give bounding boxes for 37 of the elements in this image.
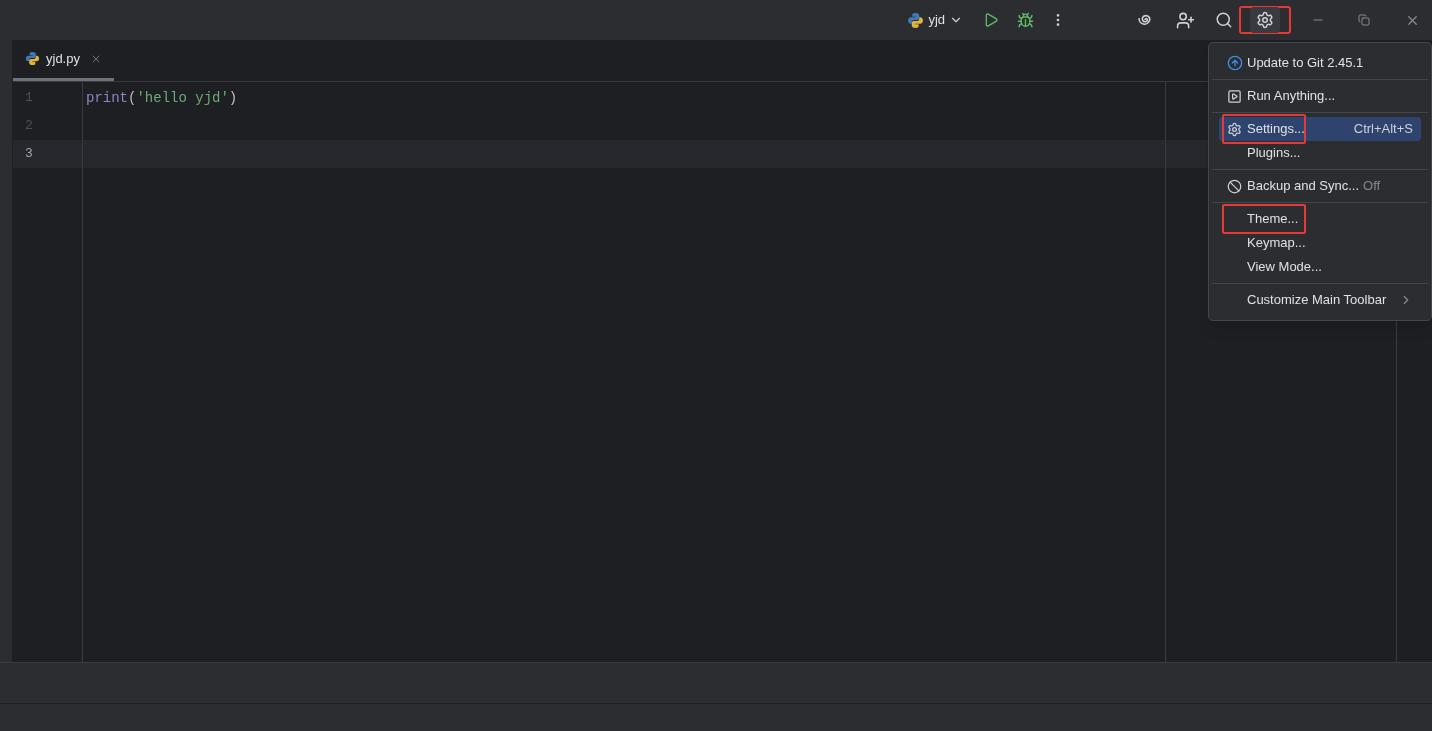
menu-item[interactable]: Theme... <box>1219 207 1421 231</box>
status-text: Off <box>1363 177 1381 196</box>
menu-item-label: View Mode... <box>1247 258 1322 277</box>
menu-item[interactable]: Plugins... <box>1219 141 1421 165</box>
settings-button[interactable] <box>1239 6 1291 34</box>
menu-item-label: Customize Main Toolbar <box>1247 291 1387 310</box>
restore-icon[interactable] <box>1358 14 1370 26</box>
shortcut-text: Ctrl+Alt+S <box>1353 120 1413 139</box>
debug-bug-icon[interactable] <box>1017 11 1034 29</box>
menu-item[interactable]: Settings... Ctrl+Alt+S <box>1219 117 1421 141</box>
code-line: print('hello yjd') <box>86 88 238 108</box>
editor-tab[interactable]: yjd.py <box>13 39 114 81</box>
disabled-circle-icon <box>1227 178 1242 194</box>
run-icon[interactable] <box>983 12 999 28</box>
menu-item[interactable]: Backup and Sync... Off <box>1219 174 1421 198</box>
menu-item-label: Backup and Sync... <box>1247 177 1359 196</box>
menu-item-label: Keymap... <box>1247 234 1306 253</box>
menu-item-label: Theme... <box>1247 210 1299 229</box>
line-number: 3 <box>25 145 33 164</box>
tab-label: yjd.py <box>46 49 80 68</box>
menu-item-label: Run Anything... <box>1247 87 1336 106</box>
settings-icon <box>1227 121 1242 137</box>
run-window-icon <box>1227 88 1242 104</box>
menu-item[interactable]: Run Anything... <box>1219 84 1421 108</box>
menu-item[interactable]: Customize Main Toolbar <box>1219 288 1421 312</box>
menu-item[interactable]: Update to Git 2.45.1 <box>1219 51 1421 75</box>
menu-item-label: Settings... <box>1247 120 1305 139</box>
add-user-icon[interactable] <box>1176 10 1195 30</box>
menu-item[interactable]: Keymap... <box>1219 231 1421 255</box>
python-logo-icon <box>25 51 40 66</box>
menu-item-label: Update to Git 2.45.1 <box>1247 54 1364 73</box>
python-logo-icon <box>907 11 925 29</box>
settings-icon <box>1256 11 1274 29</box>
menu-item[interactable]: View Mode... <box>1219 255 1421 279</box>
menu-item-label: Plugins... <box>1247 144 1301 163</box>
search-icon[interactable] <box>1215 11 1233 29</box>
run-config-label[interactable]: yjd <box>928 10 945 30</box>
